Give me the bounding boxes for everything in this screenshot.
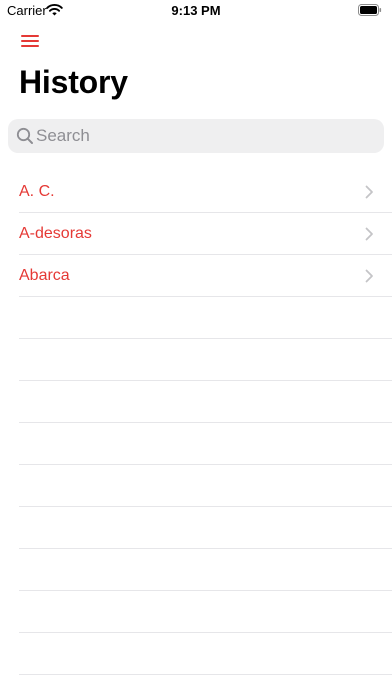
empty-row-separator [0,339,392,381]
list-item-label: A. C. [19,183,55,200]
page-title: History [19,64,128,100]
empty-row-separator [0,423,392,465]
battery-icon [358,4,382,16]
chevron-right-icon [365,269,373,283]
search-icon [16,127,33,144]
status-time: 9:13 PM [171,3,221,18]
menu-line [21,45,39,47]
search-input[interactable] [36,119,376,153]
list-item-label: Abarca [19,267,70,284]
empty-row-separator [0,549,392,591]
list-item[interactable]: A-desoras [0,213,392,255]
list-item[interactable]: Abarca [0,255,392,297]
history-list: A. C. A-desoras Abarca [0,171,392,675]
empty-row-separator [0,507,392,549]
search-bar[interactable] [8,119,384,153]
menu-line [21,35,39,37]
chevron-right-icon [365,185,373,199]
empty-row-separator [0,591,392,633]
chevron-right-icon [365,227,373,241]
empty-row-separator [0,465,392,507]
list-item[interactable]: A. C. [0,171,392,213]
menu-line [21,40,39,42]
empty-row-separator [0,633,392,675]
status-bar: Carrier 9:13 PM [0,0,392,22]
empty-row-separator [0,381,392,423]
list-item-label: A-desoras [19,225,92,242]
empty-row-separator [0,297,392,339]
history-screen: Carrier 9:13 PM History A. C. [0,0,392,696]
hamburger-menu-icon[interactable] [18,31,44,51]
